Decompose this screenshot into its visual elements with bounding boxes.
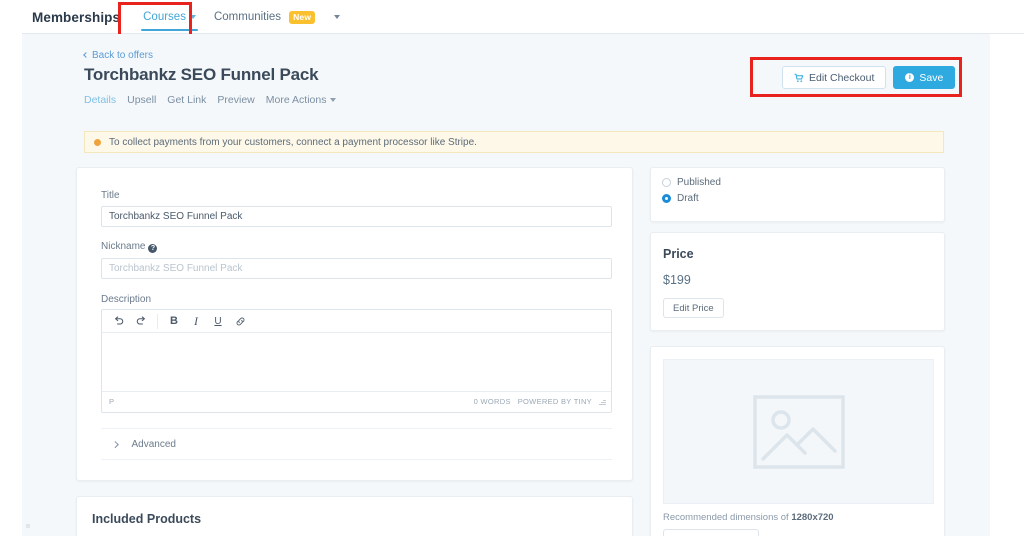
subnav-more-actions-label: More Actions — [265, 94, 327, 106]
price-card-title: Price — [663, 247, 694, 261]
upload-image-button[interactable] — [663, 529, 759, 536]
banner-text: To collect payments from your customers,… — [109, 136, 477, 148]
publish-status-card: Published Draft — [650, 167, 945, 222]
image-dropzone[interactable] — [663, 359, 934, 504]
title-field-label: Title — [101, 190, 120, 201]
description-field-label: Description — [101, 294, 152, 305]
radio-draft-icon — [662, 194, 671, 203]
price-card: Price $199 Edit Price — [650, 232, 945, 331]
radio-option-draft[interactable]: Draft — [662, 193, 944, 204]
undo-icon[interactable] — [108, 311, 130, 332]
new-badge: New — [289, 10, 316, 24]
page-edge-marker — [26, 524, 30, 528]
image-caption-dimensions: 1280x720 — [791, 512, 834, 523]
edit-checkout-button[interactable]: Edit Checkout — [782, 66, 887, 89]
advanced-section-toggle[interactable]: Advanced — [101, 428, 612, 460]
powered-by-label: POWERED BY TINY — [517, 397, 592, 406]
radio-draft-label: Draft — [677, 193, 699, 204]
price-value: $199 — [663, 273, 691, 287]
editor-element-path: P — [109, 397, 115, 406]
chevron-left-icon — [83, 52, 89, 58]
back-to-offers-label: Back to offers — [92, 50, 153, 61]
image-caption-prefix: Recommended dimensions of — [663, 512, 792, 523]
subnav-item-preview[interactable]: Preview — [217, 94, 254, 106]
underline-icon[interactable]: U — [207, 311, 229, 332]
editor-status-bar: P 0 WORDS POWERED BY TINY — [102, 391, 611, 411]
payment-processor-banner: To collect payments from your customers,… — [84, 131, 944, 153]
chevron-down-icon — [330, 98, 337, 102]
subnav-item-more-actions[interactable]: More Actions — [266, 94, 337, 106]
cover-image-card: Recommended dimensions of 1280x720 — [650, 346, 945, 536]
included-products-heading: Included Products — [92, 512, 202, 526]
advanced-label: Advanced — [131, 438, 176, 450]
warning-dot-icon — [94, 138, 101, 146]
back-to-offers-link[interactable]: Back to offers — [83, 50, 153, 61]
word-count: 0 WORDS — [473, 397, 511, 406]
title-input[interactable]: Torchbankz SEO Funnel Pack — [101, 206, 612, 227]
nickname-input[interactable]: Torchbankz SEO Funnel Pack — [101, 258, 612, 279]
nav-tab-communities[interactable]: Communities New — [205, 0, 324, 34]
save-button[interactable]: i Save — [893, 66, 956, 89]
chevron-down-icon — [334, 15, 341, 19]
bold-icon[interactable]: B — [163, 311, 185, 332]
resize-handle-icon[interactable] — [599, 398, 606, 405]
cart-icon — [794, 73, 804, 82]
link-icon[interactable] — [229, 311, 251, 332]
image-placeholder-icon — [752, 394, 845, 469]
editor-toolbar: B I U — [102, 310, 611, 333]
italic-icon[interactable]: I — [185, 311, 207, 332]
header-action-buttons: Edit Checkout i Save — [782, 66, 956, 89]
subnav-item-upsell[interactable]: Upsell — [127, 94, 156, 106]
page-title: Torchbankz SEO Funnel Pack — [84, 65, 319, 84]
info-circle-icon: i — [905, 73, 915, 82]
help-circle-icon[interactable]: ? — [148, 244, 158, 253]
app-root: Memberships Courses Communities New Back… — [0, 0, 1024, 536]
radio-option-published[interactable]: Published — [662, 177, 944, 188]
nickname-label-text: Nickname — [101, 241, 146, 252]
sub-navigation: Details Upsell Get Link Preview More Act… — [84, 94, 337, 106]
edit-checkout-label: Edit Checkout — [809, 71, 875, 84]
subnav-item-get-link[interactable]: Get Link — [167, 94, 206, 106]
subnav-item-details[interactable]: Details — [84, 94, 116, 106]
description-textarea[interactable] — [102, 333, 611, 391]
nickname-field-label: Nickname? — [101, 241, 158, 253]
edit-price-button[interactable]: Edit Price — [663, 298, 724, 318]
editor-status-right: 0 WORDS POWERED BY TINY — [474, 397, 606, 406]
nav-tab-communities-label: Communities — [213, 11, 282, 23]
image-dimensions-caption: Recommended dimensions of 1280x720 — [663, 512, 834, 523]
toolbar-separator — [157, 313, 158, 329]
chevron-right-icon — [112, 440, 119, 448]
description-editor: B I U P 0 WORDS POWERED BY TINY — [101, 309, 612, 413]
radio-published-icon — [662, 178, 671, 187]
save-label: Save — [919, 71, 944, 84]
radio-published-label: Published — [677, 177, 721, 188]
redo-icon[interactable] — [130, 311, 152, 332]
nav-overflow-chevron[interactable] — [324, 15, 350, 19]
